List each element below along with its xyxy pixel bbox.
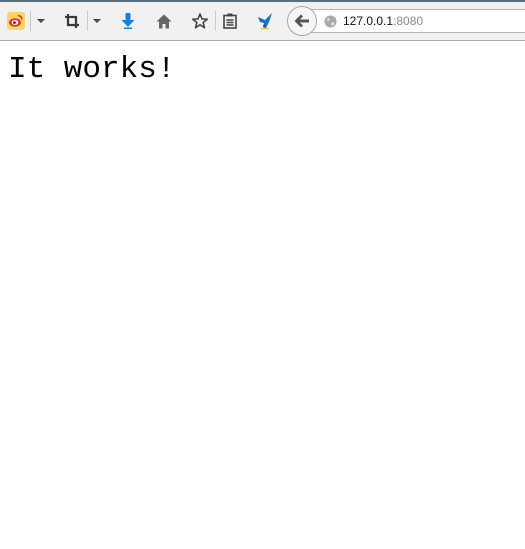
bird-icon (258, 13, 272, 30)
chevron-down-icon (37, 19, 45, 23)
weibo-button[interactable] (6, 10, 26, 32)
bird-extension-button[interactable] (256, 10, 276, 32)
star-icon (192, 13, 208, 29)
toolbar-separator (30, 11, 31, 31)
toolbar-separator (87, 11, 88, 31)
weibo-menu-button[interactable] (34, 10, 48, 32)
downloads-button[interactable] (118, 10, 138, 32)
url-text[interactable]: 127.0.0.1:8080 (343, 14, 423, 28)
url-port: :8080 (393, 14, 424, 28)
download-arrow-icon (121, 13, 135, 29)
back-button[interactable] (287, 6, 317, 36)
globe-icon (324, 15, 337, 28)
reading-list-button[interactable] (220, 10, 240, 32)
crop-icon (65, 14, 79, 28)
chevron-down-icon (93, 19, 101, 23)
clipboard-icon (223, 13, 237, 29)
weibo-icon (7, 12, 25, 30)
bookmark-button[interactable] (190, 10, 210, 32)
toolbar-separator (215, 11, 216, 31)
screenshot-button[interactable] (62, 10, 82, 32)
browser-toolbar: 127.0.0.1:8080 (0, 2, 525, 41)
back-arrow-icon (294, 14, 309, 28)
screenshot-menu-button[interactable] (90, 10, 104, 32)
home-button[interactable] (154, 10, 174, 32)
home-icon (156, 14, 172, 28)
address-bar[interactable]: 127.0.0.1:8080 (305, 9, 525, 33)
url-host: 127.0.0.1 (343, 14, 394, 28)
page-heading: It works! (8, 52, 176, 87)
